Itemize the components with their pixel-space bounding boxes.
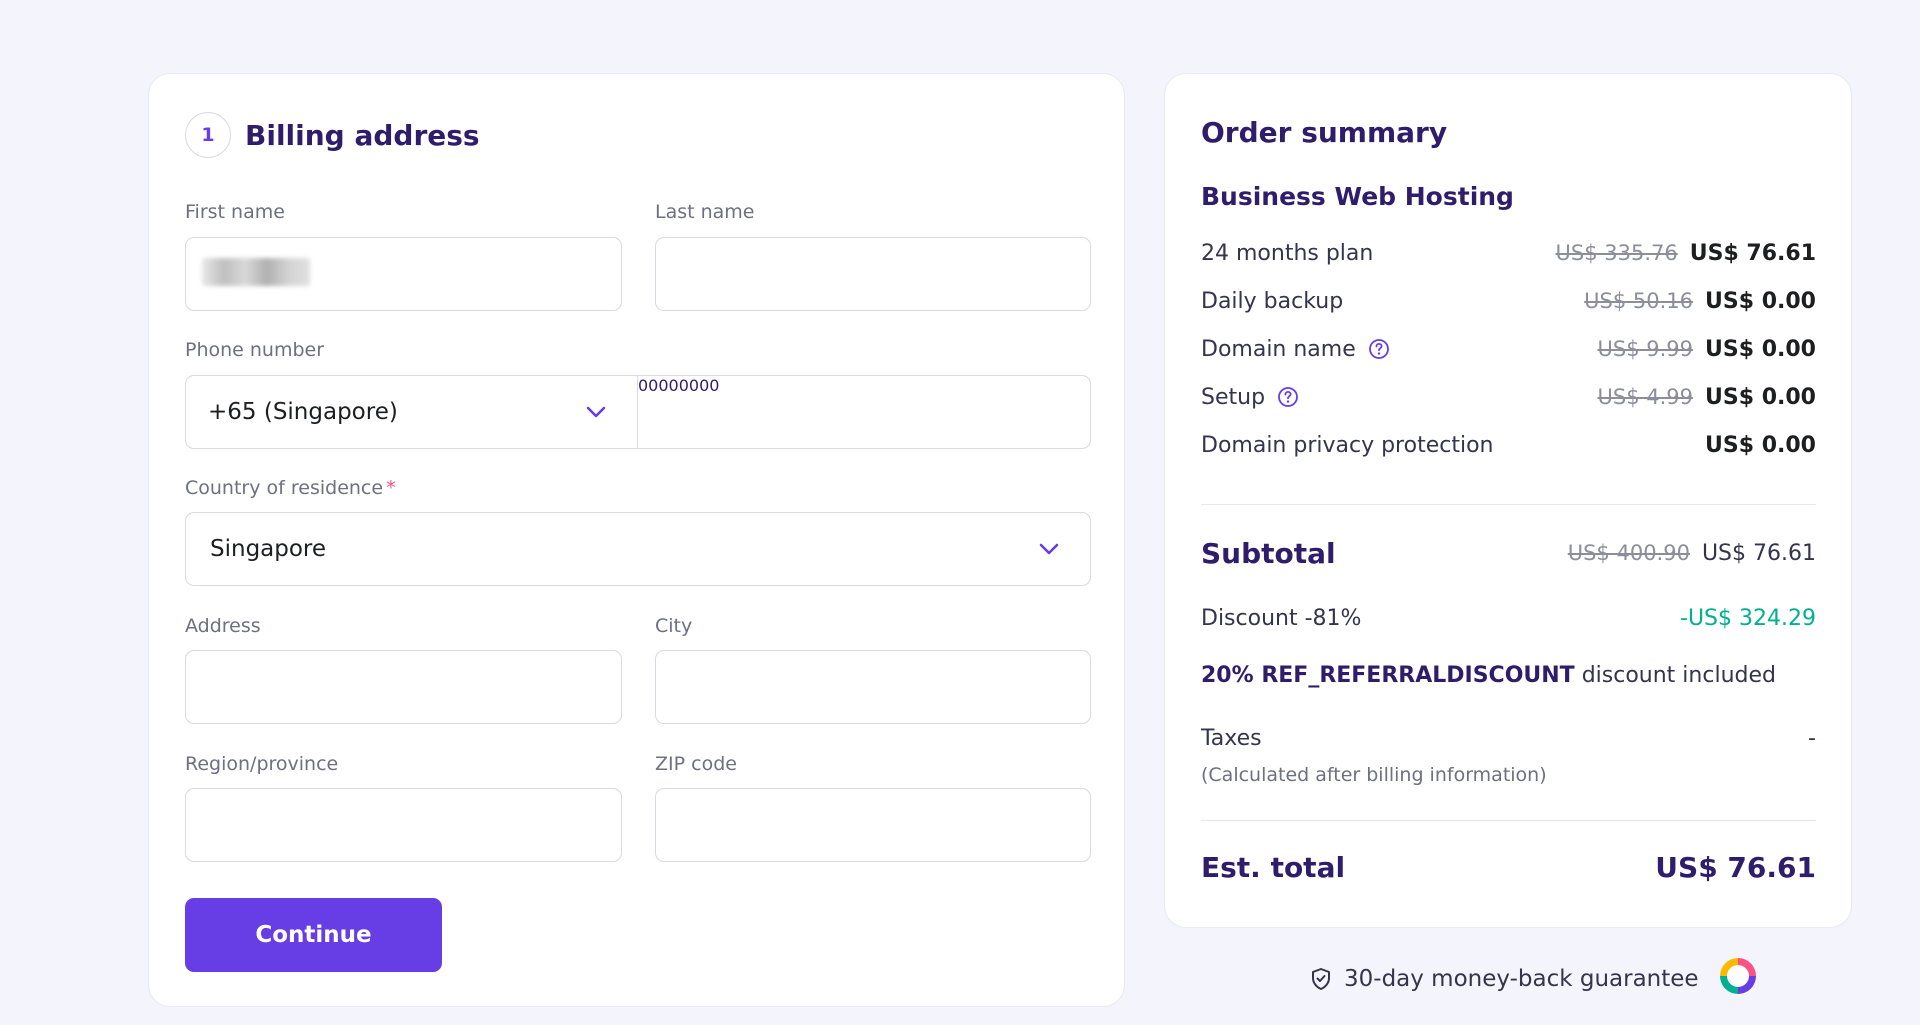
country-select[interactable]: Singapore [185,512,1091,586]
order-summary-card: Order summary Business Web Hosting 24 mo… [1164,73,1852,928]
phone-number-placeholder: 00000000 [638,376,720,395]
city-field[interactable] [655,650,1091,724]
continue-button[interactable]: Continue [185,898,442,972]
total-value: US$ 76.61 [1655,850,1816,884]
old-price: US$ 50.16 [1584,289,1694,313]
region-field[interactable] [185,788,622,862]
order-summary-title: Order summary [1201,116,1448,149]
address-label: Address [185,615,261,637]
line-item-label: Setup [1201,384,1266,410]
taxes-row: Taxes - [1201,723,1816,753]
line-item-domain-name: Domain name US$ 9.99 US$ 0.00 [1201,334,1816,364]
old-price: US$ 9.99 [1597,337,1694,361]
subtotal-row: Subtotal US$ 400.90 US$ 76.61 [1201,533,1816,573]
phone-country-code-select[interactable]: +65 (Singapore) [186,376,638,448]
step-number-badge: 1 [185,112,231,158]
line-item-label: Domain name [1201,336,1356,362]
phone-number-input[interactable]: 00000000 [638,376,1090,448]
billing-address-card: 1 Billing address First name Last name P… [148,73,1125,1007]
line-item-setup: Setup US$ 4.99 US$ 0.00 [1201,382,1816,412]
last-name-label: Last name [655,201,755,223]
divider [1201,504,1816,505]
taxes-label: Taxes [1201,725,1262,751]
price: US$ 0.00 [1705,288,1816,314]
old-price: US$ 335.76 [1555,241,1678,265]
line-item-daily-backup: Daily backup US$ 50.16 US$ 0.00 [1201,286,1816,316]
required-mark: * [386,477,396,499]
subtotal-label: Subtotal [1201,536,1336,570]
discount-value: -US$ 324.29 [1680,605,1816,631]
chevron-down-icon [586,406,606,418]
first-name-label: First name [185,201,285,223]
brand-logo-badge [1720,958,1756,994]
discount-row: Discount -81% -US$ 324.29 [1201,603,1816,633]
country-label: Country of residence * [185,477,396,499]
taxes-value: - [1808,725,1816,751]
old-price: US$ 4.99 [1597,385,1694,409]
price: US$ 0.00 [1705,432,1816,458]
price: US$ 76.61 [1689,240,1816,266]
subtotal-value: US$ 76.61 [1701,540,1816,566]
subtotal-old-price: US$ 400.90 [1567,541,1690,565]
referral-suffix: discount included [1581,663,1776,688]
zip-field[interactable] [655,788,1091,862]
first-name-value-redacted [202,258,310,286]
total-label: Est. total [1201,850,1346,884]
line-item-label: 24 months plan [1201,240,1374,266]
city-label: City [655,615,693,637]
price: US$ 0.00 [1705,336,1816,362]
money-back-guarantee: 30-day money-back guarantee [1310,966,1699,992]
question-circle-icon[interactable] [1368,338,1390,360]
region-label: Region/province [185,753,339,775]
billing-step-header: 1 Billing address [185,112,480,158]
phone-code-value: +65 (Singapore) [208,399,398,425]
chevron-down-icon [1039,543,1059,555]
total-row: Est. total US$ 76.61 [1201,847,1816,887]
phone-number-label: Phone number [185,339,325,361]
last-name-field[interactable] [655,237,1091,311]
shield-check-icon [1312,968,1330,990]
phone-number-group: +65 (Singapore) 00000000 [185,375,1091,449]
line-item-label: Domain privacy protection [1201,432,1494,458]
country-label-text: Country of residence [185,477,384,499]
guarantee-text: 30-day money-back guarantee [1344,966,1699,992]
referral-discount-note: 20% REF_REFERRALDISCOUNT discount includ… [1201,663,1776,688]
discount-label: Discount -81% [1201,605,1362,631]
plan-name: Business Web Hosting [1201,182,1514,211]
price: US$ 0.00 [1705,384,1816,410]
divider [1201,820,1816,821]
zip-label: ZIP code [655,753,737,775]
question-circle-icon[interactable] [1277,386,1299,408]
line-item-domain-privacy: Domain privacy protection US$ 0.00 [1201,430,1816,460]
taxes-note: (Calculated after billing information) [1201,764,1547,786]
first-name-field[interactable] [185,237,622,311]
address-field[interactable] [185,650,622,724]
line-item-label: Daily backup [1201,288,1344,314]
line-item-plan: 24 months plan US$ 335.76 US$ 76.61 [1201,238,1816,268]
country-value: Singapore [210,536,327,562]
billing-title: Billing address [245,118,480,152]
referral-code: 20% REF_REFERRALDISCOUNT [1201,663,1575,688]
